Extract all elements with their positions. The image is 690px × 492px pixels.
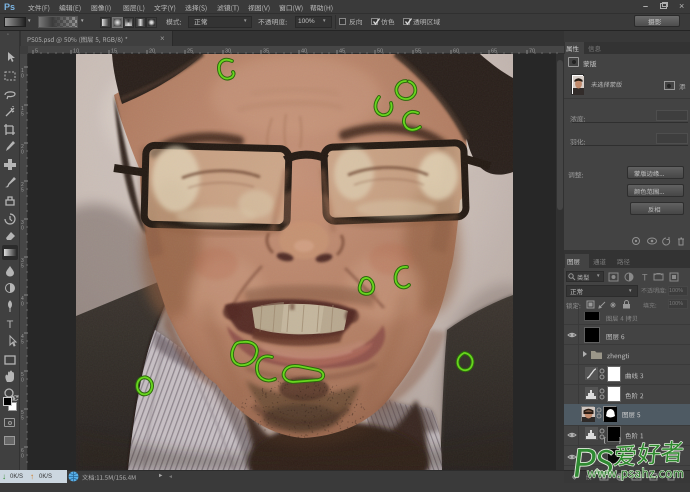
svg-text:T: T xyxy=(642,273,648,283)
svg-text:0: 0 xyxy=(21,302,24,308)
svg-text:0: 0 xyxy=(21,226,24,232)
svg-text:0: 0 xyxy=(21,150,24,156)
svg-text:5: 5 xyxy=(21,188,24,194)
svg-text:5: 5 xyxy=(21,340,24,346)
svg-text:5: 5 xyxy=(21,416,24,422)
svg-text:0: 0 xyxy=(21,378,24,384)
svg-text:5: 5 xyxy=(21,112,24,118)
svg-text:0: 0 xyxy=(21,454,24,460)
svg-text:5: 5 xyxy=(21,264,24,270)
svg-text:0: 0 xyxy=(21,74,24,80)
